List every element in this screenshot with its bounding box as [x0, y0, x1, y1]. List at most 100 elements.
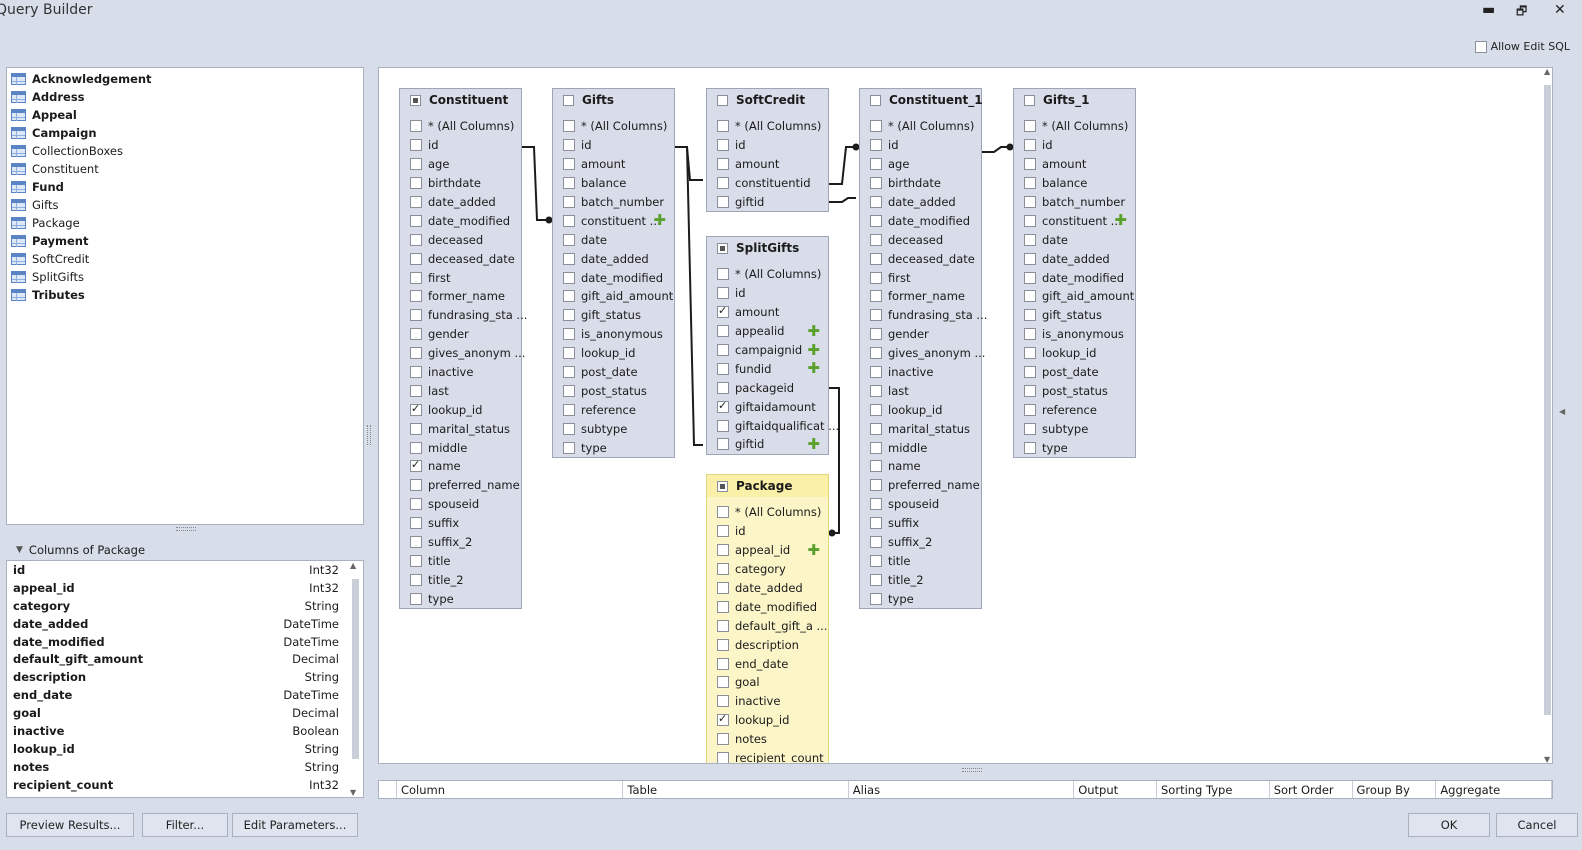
field-row[interactable]: last: [400, 381, 521, 400]
field-row[interactable]: birthdate: [400, 174, 521, 193]
field-row[interactable]: id: [707, 136, 828, 155]
field-checkbox[interactable]: [1024, 214, 1036, 227]
field-checkbox[interactable]: [1024, 271, 1036, 284]
field-row[interactable]: title: [860, 551, 981, 570]
field-row[interactable]: * (All Columns): [553, 117, 674, 136]
columns-scrollbar[interactable]: ▲ ▼: [349, 561, 361, 797]
column-row[interactable]: default_gift_amount Decimal: [7, 650, 363, 668]
field-checkbox[interactable]: [870, 252, 882, 265]
field-row[interactable]: preferred_name: [860, 476, 981, 495]
field-row[interactable]: recipient_count: [707, 749, 828, 763]
field-checkbox[interactable]: [563, 139, 575, 152]
field-checkbox[interactable]: [717, 582, 729, 594]
field-row[interactable]: date: [1014, 230, 1135, 249]
field-checkbox[interactable]: [1024, 384, 1036, 397]
field-checkbox[interactable]: [717, 506, 729, 519]
field-row[interactable]: date_modified: [553, 268, 674, 287]
table-select-checkbox[interactable]: [410, 94, 421, 106]
field-row[interactable]: subtype: [1014, 419, 1135, 438]
field-checkbox[interactable]: [870, 554, 882, 567]
field-checkbox[interactable]: [717, 544, 729, 557]
column-row[interactable]: lookup_id String: [7, 740, 363, 758]
grid-column-header[interactable]: Aggregate: [1436, 781, 1553, 798]
field-checkbox[interactable]: [410, 402, 422, 416]
join-link-line[interactable]: [675, 146, 703, 181]
field-row[interactable]: campaignid ✚: [707, 341, 828, 360]
field-checkbox[interactable]: [1024, 328, 1036, 341]
query-table-header[interactable]: Gifts: [553, 89, 674, 111]
field-checkbox[interactable]: [870, 422, 882, 435]
field-checkbox[interactable]: [870, 177, 882, 190]
field-checkbox[interactable]: [870, 517, 882, 530]
field-checkbox[interactable]: [717, 525, 729, 538]
field-row[interactable]: title_2: [400, 570, 521, 589]
field-row[interactable]: suffix: [400, 514, 521, 533]
field-checkbox[interactable]: [410, 120, 422, 133]
grid-column-header[interactable]: Alias: [849, 781, 1075, 798]
field-checkbox[interactable]: [870, 460, 882, 473]
column-row[interactable]: notes String: [7, 758, 363, 776]
close-button[interactable]: ✕: [1554, 2, 1566, 18]
field-checkbox[interactable]: [410, 328, 422, 341]
add-link-icon[interactable]: ✚: [653, 213, 666, 228]
field-row[interactable]: * (All Columns): [1014, 117, 1135, 136]
table-select-checkbox[interactable]: [1024, 94, 1035, 106]
field-checkbox[interactable]: [870, 271, 882, 284]
field-checkbox[interactable]: [1024, 441, 1036, 454]
field-checkbox[interactable]: [410, 158, 422, 171]
field-checkbox[interactable]: [410, 252, 422, 265]
field-row[interactable]: suffix: [860, 514, 981, 533]
field-checkbox[interactable]: [870, 498, 882, 511]
minimize-button[interactable]: ▬: [1482, 2, 1495, 18]
field-row[interactable]: inactive: [707, 692, 828, 711]
field-checkbox[interactable]: [410, 554, 422, 567]
grid-column-header[interactable]: Sort Order: [1270, 781, 1353, 798]
field-checkbox[interactable]: [870, 328, 882, 341]
field-row[interactable]: marital_status: [860, 419, 981, 438]
field-row[interactable]: birthdate: [860, 174, 981, 193]
field-row[interactable]: suffix_2: [860, 533, 981, 552]
edit-parameters-button[interactable]: Edit Parameters...: [232, 813, 358, 837]
field-row[interactable]: category: [707, 560, 828, 579]
field-row[interactable]: balance: [553, 174, 674, 193]
field-checkbox[interactable]: [717, 287, 729, 300]
field-row[interactable]: id: [553, 136, 674, 155]
field-row[interactable]: gift_status: [1014, 306, 1135, 325]
field-checkbox[interactable]: [717, 399, 729, 413]
field-checkbox[interactable]: [1024, 158, 1036, 171]
column-row[interactable]: category String: [7, 597, 363, 615]
table-list-item[interactable]: Constituent: [7, 160, 363, 178]
field-row[interactable]: type: [860, 589, 981, 608]
field-row[interactable]: end_date: [707, 654, 828, 673]
field-row[interactable]: first: [860, 268, 981, 287]
join-link-line[interactable]: [829, 197, 856, 203]
field-checkbox[interactable]: [717, 438, 729, 451]
field-checkbox[interactable]: [410, 441, 422, 454]
field-checkbox[interactable]: [563, 233, 575, 246]
field-checkbox[interactable]: [717, 600, 729, 613]
table-select-checkbox[interactable]: [563, 94, 574, 106]
field-row[interactable]: title_2: [860, 570, 981, 589]
field-row[interactable]: deceased_date: [400, 249, 521, 268]
column-row[interactable]: id Int32: [7, 561, 363, 579]
filter-button[interactable]: Filter...: [142, 813, 228, 837]
field-checkbox[interactable]: [717, 676, 729, 689]
field-checkbox[interactable]: [410, 139, 422, 152]
add-link-icon[interactable]: ✚: [807, 361, 820, 376]
table-list-item[interactable]: Acknowledgement: [7, 70, 363, 88]
field-row[interactable]: middle: [400, 438, 521, 457]
field-row[interactable]: packageid: [707, 378, 828, 397]
field-row[interactable]: is_anonymous: [553, 325, 674, 344]
field-checkbox[interactable]: [717, 325, 729, 338]
field-checkbox[interactable]: [717, 381, 729, 394]
table-select-checkbox[interactable]: [717, 94, 728, 106]
join-link-line[interactable]: [675, 146, 703, 446]
field-checkbox[interactable]: [1024, 196, 1036, 208]
field-row[interactable]: date_added: [553, 249, 674, 268]
field-checkbox[interactable]: [717, 362, 729, 375]
table-select-checkbox[interactable]: [870, 94, 881, 106]
field-checkbox[interactable]: [717, 268, 729, 281]
field-checkbox[interactable]: [410, 592, 422, 605]
field-checkbox[interactable]: [410, 271, 422, 284]
field-row[interactable]: batch_number: [553, 193, 674, 212]
